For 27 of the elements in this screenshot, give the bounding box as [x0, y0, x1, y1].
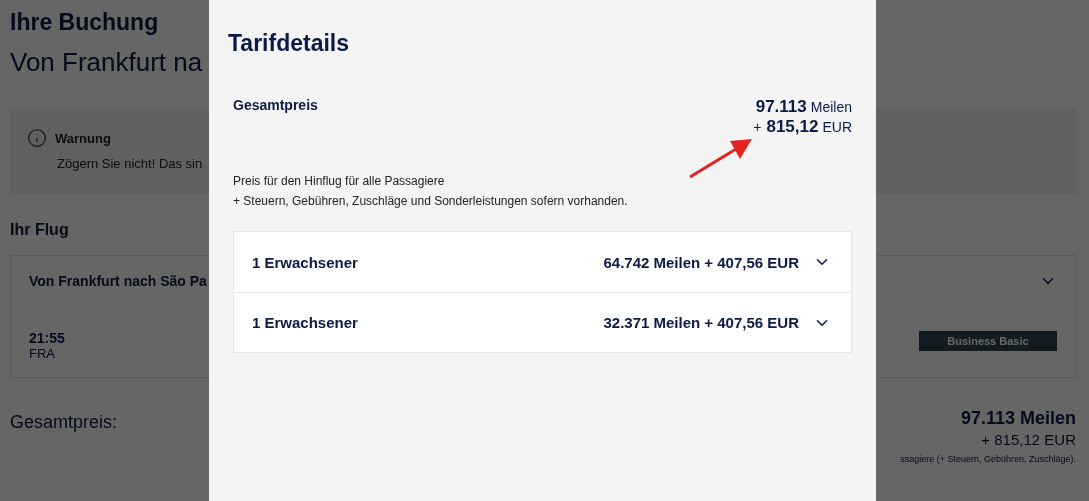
miles-amount: 97.113 [755, 97, 807, 117]
passenger-price: 64.742 Meilen + 407,56 EUR [603, 253, 799, 271]
note-text: + Steuern, Gebühren, Zuschläge und Sonderleistungen sofern vorhanden. [233, 193, 629, 210]
note-text: Preis für den Hinflug für alle Passagiere [233, 173, 446, 190]
page-title: Ihre Buchung [10, 8, 160, 36]
total-miles: 97.113 Meilen [960, 408, 1076, 429]
total-label: Gesamtpreis [233, 97, 318, 115]
fare-badge: Business Basic [919, 331, 1057, 351]
page-subtitle: Von Frankfurt na [10, 46, 204, 78]
info-icon [27, 128, 47, 148]
section-title: Ihr Flug [10, 221, 70, 239]
total-note: ssagiere (+ Steuern, Gebühren, Zuschläge). [900, 454, 1076, 464]
miles-unit: Meilen [810, 98, 852, 117]
warning-text: Zögern Sie nicht! Das sin [57, 156, 204, 171]
cash-amount: 815,12 [766, 117, 819, 137]
passenger-label: 1 Erwachsener [252, 314, 358, 331]
passenger-label: 1 Erwachsener [252, 253, 358, 271]
departure-time: 21:55 [29, 330, 65, 346]
flight-title: Von Frankfurt nach São Pa [29, 273, 207, 289]
cash-unit: EUR [822, 118, 852, 137]
total-cash: + 815,12 EUR [981, 431, 1076, 448]
total-label: Gesamtpreis: [10, 412, 118, 434]
departure-airport: FRA [29, 346, 56, 361]
passenger-price: 32.371 Meilen + 407,56 EUR [603, 314, 799, 331]
dialog-title: Tarifdetails [228, 30, 350, 57]
plus-sign: + [753, 118, 762, 137]
warning-title: Warnung [55, 130, 111, 146]
